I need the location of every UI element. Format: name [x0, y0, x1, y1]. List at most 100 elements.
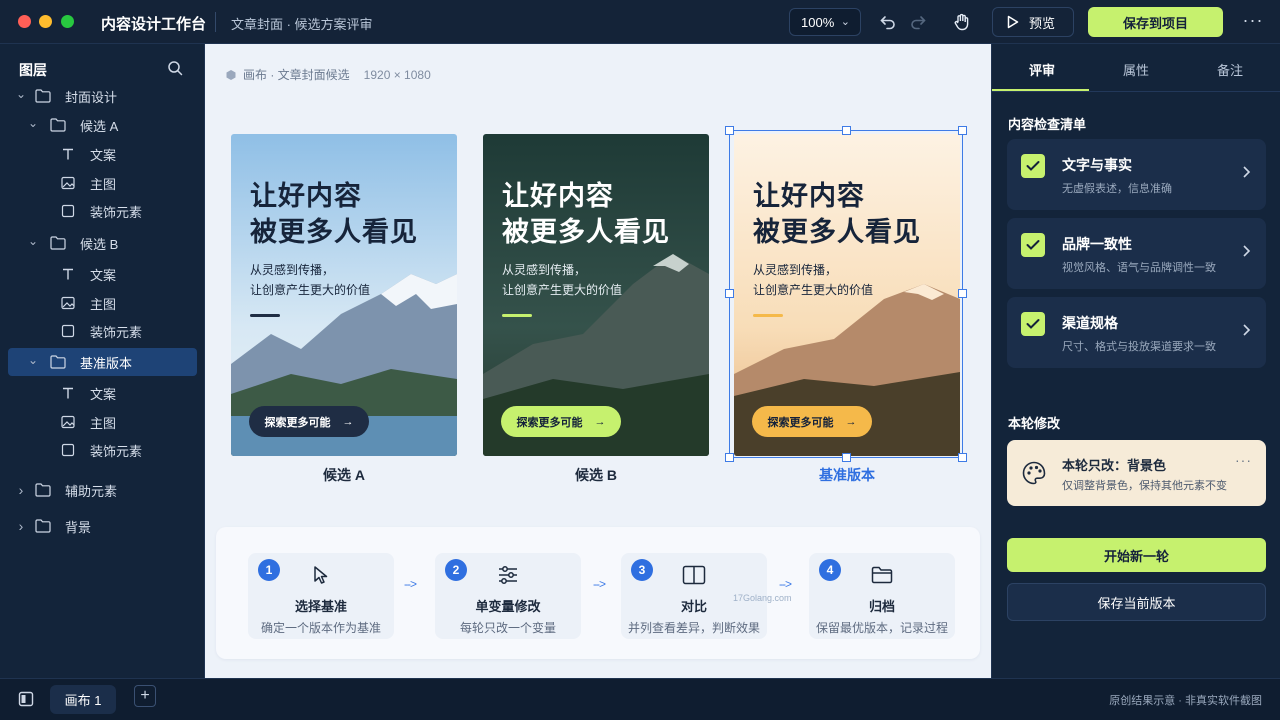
resize-handle[interactable] — [842, 126, 851, 135]
redo-icon[interactable] — [906, 10, 930, 34]
folder-icon — [35, 482, 51, 498]
play-icon — [1007, 15, 1019, 29]
layer-item[interactable]: ⌄ 基准版本 — [8, 348, 197, 376]
layer-item[interactable]: 文案 — [8, 379, 197, 407]
start-new-round-button[interactable]: 开始新一轮 — [1007, 538, 1266, 572]
title-bar: 内容设计工作台 文章封面 · 候选方案评审 100% ⌄ 预览 保存到项目 ··… — [0, 0, 1280, 44]
chevron-down-icon[interactable]: ⌄ — [28, 234, 38, 248]
zoom-select[interactable]: 100% ⌄ — [789, 8, 861, 36]
step-desc: 确定一个版本作为基准 — [260, 621, 381, 635]
layer-item[interactable]: 装饰元素 — [8, 436, 197, 464]
chevron-right-icon — [1243, 324, 1251, 336]
layer-item[interactable]: ⌄ 封面设计 — [8, 82, 197, 110]
frame-icon — [226, 69, 236, 80]
flow-arrow: --> — [779, 577, 792, 591]
card-caption-b: 候选 B — [575, 467, 617, 483]
search-icon[interactable] — [167, 60, 183, 76]
resize-handle[interactable] — [725, 289, 734, 298]
card-cta-button[interactable]: 探索更多可能 → — [501, 406, 621, 437]
chevron-down-icon[interactable]: ⌄ — [16, 87, 26, 101]
layer-label: 文案 — [90, 386, 117, 402]
tab-properties[interactable]: 属性 — [1088, 60, 1184, 79]
canvas-dimensions: 1920 × 1080 — [363, 67, 431, 82]
layer-item[interactable]: 主图 — [8, 169, 197, 197]
card-subtext: 从灵感到传播， 让创意产生更大的价值 — [250, 263, 371, 297]
resize-handle[interactable] — [725, 453, 734, 462]
layer-item[interactable]: ⌄ 候选 A — [8, 111, 197, 139]
layer-label: 主图 — [90, 415, 117, 431]
more-icon[interactable]: ··· — [1235, 452, 1252, 468]
step-select-baseline: 1 选择基准 确定一个版本作为基准 — [248, 553, 394, 639]
canvas-tab[interactable]: 画布 1 — [50, 685, 116, 714]
save-current-version-button[interactable]: 保存当前版本 — [1007, 583, 1266, 621]
layer-item[interactable]: 文案 — [8, 140, 197, 168]
card-cta-button[interactable]: 探索更多可能 → — [249, 406, 369, 437]
canvas-area[interactable]: 画布 · 文章封面候选 1920 × 1080 让好内容 被更多人看见 从灵感到传… — [205, 44, 991, 678]
resize-handle[interactable] — [725, 126, 734, 135]
tab-notes[interactable]: 备注 — [1182, 60, 1278, 79]
bottom-bar: 画布 1 + 原创结果示意 · 非真实软件截图 — [0, 678, 1280, 720]
selection-frame[interactable] — [725, 126, 967, 462]
flow-arrow: --> — [593, 577, 606, 591]
close-window-button[interactable] — [18, 15, 31, 28]
layer-item[interactable]: 主图 — [8, 289, 197, 317]
current-edit-card[interactable]: 本轮只改：背景色 仅调整背景色，保持其他元素不变 ··· — [1007, 440, 1266, 506]
more-menu-button[interactable]: ··· — [1242, 10, 1264, 34]
layer-label: 主图 — [90, 176, 117, 192]
layer-item[interactable]: 文案 — [8, 260, 197, 288]
undo-icon[interactable] — [876, 10, 900, 34]
save-to-project-button[interactable]: 保存到项目 — [1088, 7, 1223, 37]
resize-handle[interactable] — [958, 126, 967, 135]
chevron-down-icon[interactable]: ⌄ — [28, 353, 38, 367]
layer-label: 辅助元素 — [65, 483, 118, 499]
layer-item[interactable]: 装饰元素 — [8, 317, 197, 345]
check-item-facts[interactable]: 文字与事实 无虚假表述，信息准确 — [1007, 139, 1266, 210]
app-title: 内容设计工作台 — [101, 16, 207, 33]
preview-label: 预览 — [1029, 15, 1056, 31]
layer-item[interactable]: › 背景 — [8, 512, 197, 540]
sliders-icon — [496, 563, 520, 587]
layer-label: 文案 — [90, 267, 117, 283]
layer-item[interactable]: › 辅助元素 — [8, 476, 197, 504]
checkbox-checked[interactable] — [1021, 312, 1045, 336]
add-canvas-button[interactable]: + — [134, 685, 156, 707]
chevron-right-icon — [1243, 166, 1251, 178]
review-panel: 评审 属性 备注 内容检查清单 文字与事实 无虚假表述，信息准确 品牌一致性 视… — [991, 44, 1280, 678]
image-icon — [60, 175, 76, 191]
chevron-right-icon[interactable]: › — [16, 518, 26, 534]
check-item-brand[interactable]: 品牌一致性 视觉风格、语气与品牌调性一致 — [1007, 218, 1266, 289]
sidebar-toggle-icon[interactable] — [18, 691, 34, 707]
layer-item[interactable]: 装饰元素 — [8, 197, 197, 225]
maximize-window-button[interactable] — [61, 15, 74, 28]
flow-arrow: --> — [404, 577, 417, 591]
step-single-variable: 2 单变量修改 每轮只改一个变量 — [435, 553, 581, 639]
layer-label: 装饰元素 — [90, 324, 143, 340]
tab-divider — [992, 91, 1280, 92]
tab-review[interactable]: 评审 — [994, 60, 1090, 79]
check-title: 渠道规格 — [1062, 315, 1118, 331]
layer-label: 装饰元素 — [90, 204, 143, 220]
hand-tool-icon[interactable] — [950, 10, 974, 34]
layer-item[interactable]: ⌄ 候选 B — [8, 229, 197, 257]
layer-label: 装饰元素 — [90, 443, 143, 459]
layers-title: 图层 — [19, 62, 47, 78]
resize-handle[interactable] — [958, 453, 967, 462]
candidate-card-b[interactable]: 让好内容 被更多人看见 从灵感到传播， 让创意产生更大的价值 探索更多可能 → — [483, 134, 709, 456]
columns-icon — [682, 563, 706, 587]
preview-button[interactable]: 预览 — [992, 7, 1074, 37]
shape-icon — [60, 203, 76, 219]
candidate-card-a[interactable]: 让好内容 被更多人看见 从灵感到传播， 让创意产生更大的价值 探索更多可能 → — [231, 134, 457, 456]
chevron-down-icon[interactable]: ⌄ — [28, 116, 38, 130]
chevron-right-icon[interactable]: › — [16, 482, 26, 498]
resize-handle[interactable] — [842, 453, 851, 462]
layer-item[interactable]: 主图 — [8, 408, 197, 436]
checkbox-checked[interactable] — [1021, 233, 1045, 257]
workflow-steps: 1 选择基准 确定一个版本作为基准 --> 2 单变量修改 每轮只改一个变量 -… — [216, 527, 980, 659]
step-number: 4 — [819, 559, 841, 581]
check-title: 品牌一致性 — [1062, 236, 1132, 252]
check-item-channel[interactable]: 渠道规格 尺寸、格式与投放渠道要求一致 — [1007, 297, 1266, 368]
checkbox-checked[interactable] — [1021, 154, 1045, 178]
card-subtext: 从灵感到传播， 让创意产生更大的价值 — [502, 263, 623, 297]
resize-handle[interactable] — [958, 289, 967, 298]
minimize-window-button[interactable] — [39, 15, 52, 28]
